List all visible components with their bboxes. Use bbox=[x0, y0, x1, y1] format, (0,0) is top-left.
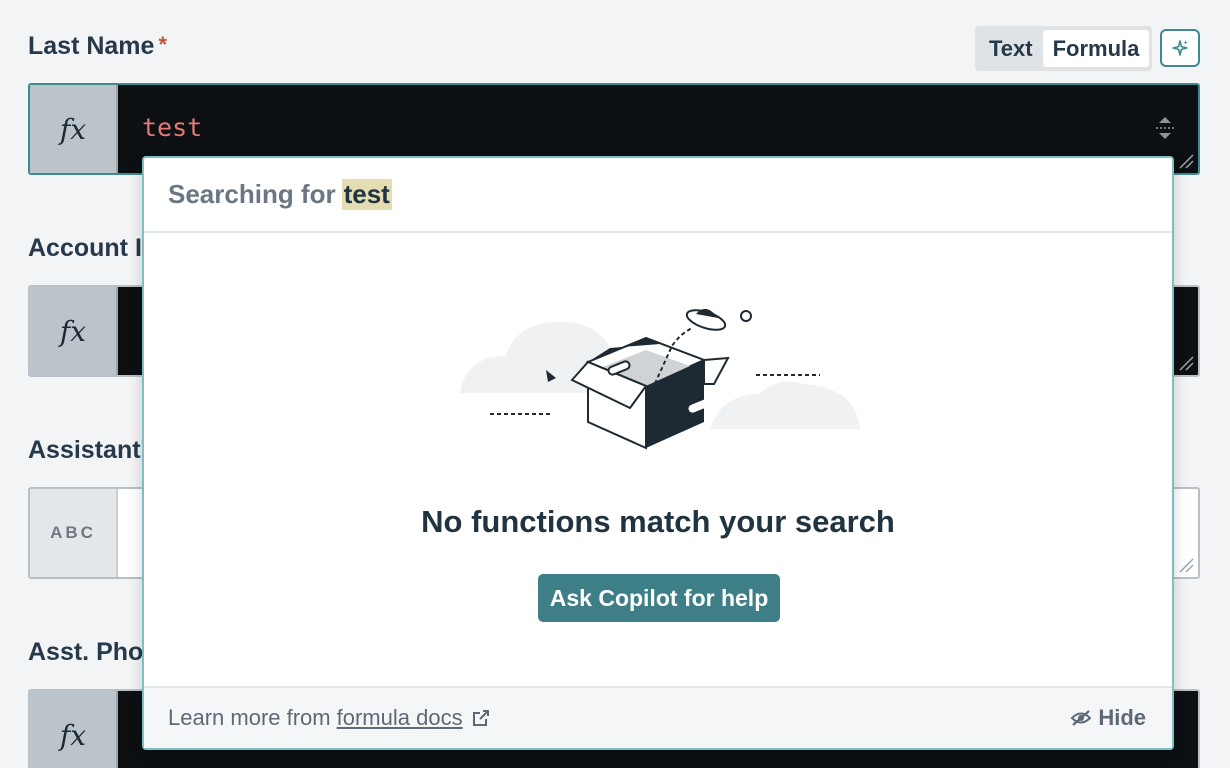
external-link-icon bbox=[472, 710, 489, 726]
asst-phone-field-label: Asst. Phor bbox=[28, 638, 154, 666]
popup-footer: Learn more from formula docs Hide bbox=[144, 686, 1172, 748]
sparkle-icon bbox=[1172, 40, 1188, 56]
resize-handle-icon[interactable] bbox=[1176, 151, 1194, 169]
expand-icon[interactable] bbox=[1154, 115, 1176, 141]
eye-slash-icon bbox=[1070, 710, 1092, 726]
formula-prefix[interactable]: fx bbox=[30, 691, 118, 768]
fx-icon: fx bbox=[59, 718, 87, 752]
empty-box-illustration bbox=[460, 308, 860, 450]
copilot-button[interactable] bbox=[1160, 29, 1200, 67]
empty-state-title: No functions match your search bbox=[421, 504, 895, 539]
last-name-label: Last Name * bbox=[28, 32, 167, 61]
abc-icon: ABC bbox=[50, 523, 96, 542]
mode-formula-option[interactable]: Formula bbox=[1042, 30, 1150, 67]
mode-text-option[interactable]: Text bbox=[979, 30, 1043, 67]
formula-docs-link[interactable]: formula docs bbox=[337, 705, 463, 731]
resize-handle-icon[interactable] bbox=[1176, 555, 1194, 573]
hide-button[interactable]: Hide bbox=[1070, 705, 1146, 731]
popup-header: Searching for test bbox=[144, 158, 1172, 233]
resize-handle-icon[interactable] bbox=[1176, 353, 1194, 371]
account-field-label: Account Il bbox=[28, 234, 149, 262]
mode-toggle: Text Formula bbox=[975, 26, 1152, 71]
fx-icon: fx bbox=[59, 112, 87, 146]
learn-more: Learn more from formula docs bbox=[168, 705, 491, 731]
last-name-label-text: Last Name bbox=[28, 32, 155, 60]
formula-prefix[interactable]: fx bbox=[30, 85, 118, 173]
searching-label: Searching for bbox=[168, 179, 336, 209]
text-prefix[interactable]: ABC bbox=[30, 489, 118, 577]
last-name-value: test bbox=[142, 113, 203, 142]
formula-search-popup: Searching for test No functions match yo… bbox=[142, 156, 1174, 750]
fx-icon: fx bbox=[59, 314, 87, 348]
assistant-field-label: Assistant' bbox=[28, 436, 147, 464]
hide-label: Hide bbox=[1098, 705, 1146, 730]
learn-more-text: Learn more from bbox=[168, 705, 331, 730]
ask-copilot-button[interactable]: Ask Copilot for help bbox=[538, 574, 780, 622]
search-term: test bbox=[341, 179, 392, 210]
formula-prefix[interactable]: fx bbox=[30, 287, 118, 375]
required-mark: * bbox=[158, 32, 168, 57]
